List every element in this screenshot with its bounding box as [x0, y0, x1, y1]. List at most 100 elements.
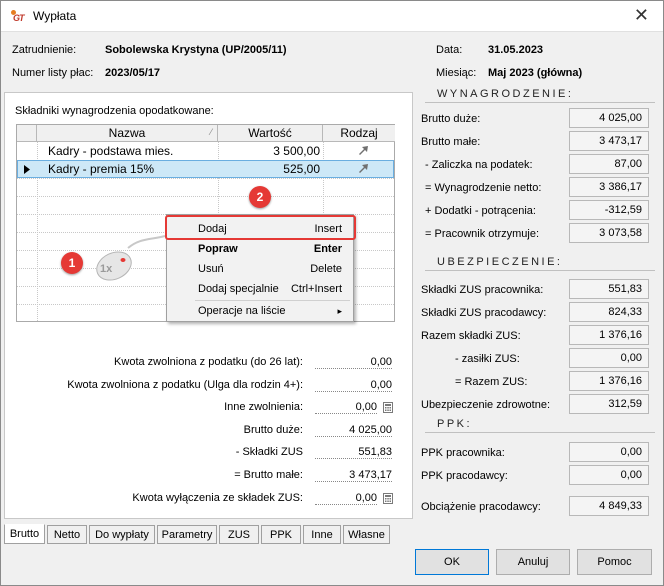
close-icon[interactable]: ✕ — [634, 5, 649, 26]
grid-row-header — [17, 125, 37, 142]
exempt-26-value: 0,00 — [315, 356, 392, 369]
row-name: Kadry - premia 15% — [48, 162, 155, 176]
row-value: 3 500,00 — [273, 144, 320, 158]
divider — [425, 102, 655, 103]
tab-netto[interactable]: Netto — [47, 525, 87, 544]
ppk-section-title: PPK: — [437, 418, 473, 430]
net-salary-value: 3 386,17 — [569, 177, 649, 197]
exempt-26-label: Kwota zwolniona z podatku (do 26 lat): — [114, 356, 303, 368]
zus-contributions-value: 551,83 — [315, 446, 392, 459]
tab-wlasne[interactable]: Własne — [343, 525, 390, 544]
tab-do-wyplaty[interactable]: Do wypłaty — [89, 525, 155, 544]
step-badge-2: 2 — [249, 186, 271, 208]
tab-inne[interactable]: Inne — [303, 525, 341, 544]
tab-ppk[interactable]: PPK — [261, 525, 301, 544]
column-header-value[interactable]: Wartość — [218, 125, 323, 142]
exempt-family-label: Kwota zwolniona z podatku (Ulga dla rodz… — [67, 379, 303, 391]
header: Zatrudnienie: Sobolewska Krystyna (UP/20… — [1, 32, 663, 92]
submenu-arrow-icon: ▸ — [337, 306, 342, 316]
payroll-list-value: 2023/05/17 — [105, 67, 161, 79]
ppk-employee-label: PPK pracownika: — [421, 447, 505, 459]
zus-employer-label: Składki ZUS pracodawcy: — [421, 307, 547, 319]
menu-item-edit[interactable]: Popraw Enter — [167, 239, 353, 259]
menu-item-list-operations[interactable]: Operacje na liście ▸ — [167, 301, 353, 321]
grid-divider — [17, 178, 394, 179]
help-button[interactable]: Pomoc — [577, 549, 652, 575]
month-label: Miesiąc: — [436, 67, 477, 79]
salary-gross-small-label: Brutto małe: — [421, 136, 481, 148]
salary-gross-small-value: 3 473,17 — [569, 131, 649, 151]
cancel-button[interactable]: Anuluj — [496, 549, 570, 575]
month-value: Maj 2023 (główna) — [488, 67, 583, 79]
zus-employee-label: Składki ZUS pracownika: — [421, 284, 544, 296]
menu-item-shortcut: Ctrl+Insert — [290, 283, 342, 295]
tab-brutto[interactable]: Brutto — [4, 524, 45, 544]
divider — [425, 270, 655, 271]
app-logo-icon: GT — [10, 9, 26, 25]
gross-small-label: = Brutto małe: — [234, 469, 303, 481]
table-row[interactable]: Kadry - podstawa mies. 3 500,00 — [17, 142, 394, 160]
gross-large-label: Brutto duże: — [243, 424, 303, 436]
payroll-list-label: Numer listy płac: — [12, 67, 94, 79]
health-insurance-label: Ubezpieczenie zdrowotne: — [421, 399, 551, 411]
summary-panel: WYNAGRODZENIE: Brutto duże: 4 025,00 Bru… — [417, 88, 661, 519]
additions-deductions-label: + Dodatki - potrącenia: — [425, 205, 536, 217]
gross-small-value: 3 473,17 — [315, 469, 392, 482]
salary-section-title: WYNAGRODZENIE: — [437, 88, 574, 100]
step-badge-1: 1 — [61, 252, 83, 274]
zus-exclusion-label: Kwota wyłączenia ze składek ZUS: — [132, 492, 303, 504]
tax-advance-value: 87,00 — [569, 154, 649, 174]
zus-contributions-label: - Składki ZUS — [235, 446, 303, 458]
zus-total-value: 1 376,16 — [569, 325, 649, 345]
other-exemptions-label: Inne zwolnienia: — [224, 401, 303, 413]
ppk-employer-label: PPK pracodawcy: — [421, 470, 508, 482]
current-row-icon — [24, 165, 30, 174]
click-count: 1x — [100, 263, 113, 275]
menu-item-label: Operacje na liście — [198, 305, 286, 317]
employment-label: Zatrudnienie: — [12, 44, 77, 56]
calculator-icon[interactable] — [383, 493, 393, 504]
menu-item-label: Usuń — [198, 263, 224, 275]
employment-value: Sobolewska Krystyna (UP/2005/11) — [105, 44, 287, 56]
exempt-family-value: 0,00 — [315, 379, 392, 392]
ok-button[interactable]: OK — [415, 549, 489, 575]
column-header-kind[interactable]: Rodzaj — [323, 125, 395, 142]
other-exemptions-input[interactable]: 0,00 — [315, 401, 377, 414]
calculator-icon[interactable] — [383, 402, 393, 413]
insurance-section-title: UBEZPIECZENIE: — [437, 256, 563, 268]
tab-zus[interactable]: ZUS — [219, 525, 259, 544]
components-title: Składniki wynagrodzenia opodatkowane: — [15, 105, 214, 117]
zus-exclusion-input[interactable]: 0,00 — [315, 492, 377, 505]
ppk-employer-value: 0,00 — [569, 465, 649, 485]
menu-item-label: Dodaj specjalnie — [198, 283, 279, 295]
title-bar: GT Wypłata ✕ — [1, 1, 663, 32]
arrow-up-right-icon — [359, 146, 368, 155]
highlight-box — [165, 215, 356, 240]
employer-cost-label: Obciążenie pracodawcy: — [421, 501, 541, 513]
grid-divider — [17, 196, 394, 197]
divider — [425, 432, 655, 433]
employee-receives-value: 3 073,58 — [569, 223, 649, 243]
zus-employer-value: 824,33 — [569, 302, 649, 322]
row-name: Kadry - podstawa mies. — [48, 144, 174, 158]
column-header-name[interactable]: Nazwa ⁄ — [37, 125, 218, 142]
tax-advance-label: - Zaliczka na podatek: — [425, 159, 533, 171]
row-value: 525,00 — [283, 162, 320, 176]
zus-net-total-label: = Razem ZUS: — [455, 376, 528, 388]
menu-item-shortcut: Enter — [313, 243, 342, 255]
additions-deductions-value: -312,59 — [569, 200, 649, 220]
zus-benefits-value: 0,00 — [569, 348, 649, 368]
salary-gross-large-value: 4 025,00 — [569, 108, 649, 128]
menu-item-delete[interactable]: Usuń Delete — [167, 259, 353, 279]
date-value: 31.05.2023 — [488, 44, 544, 56]
tab-parametry[interactable]: Parametry — [157, 525, 217, 544]
arrow-up-right-icon — [359, 164, 368, 173]
health-insurance-value: 312,59 — [569, 394, 649, 414]
zus-net-total-value: 1 376,16 — [569, 371, 649, 391]
salary-gross-large-label: Brutto duże: — [421, 113, 481, 125]
net-salary-label: = Wynagrodzenie netto: — [425, 182, 542, 194]
date-label: Data: — [436, 44, 463, 56]
payout-window: GT Wypłata ✕ Zatrudnienie: Sobolewska Kr… — [0, 0, 664, 586]
menu-item-add-special[interactable]: Dodaj specjalnie Ctrl+Insert — [167, 279, 353, 299]
table-row[interactable]: Kadry - premia 15% 525,00 — [17, 160, 394, 178]
